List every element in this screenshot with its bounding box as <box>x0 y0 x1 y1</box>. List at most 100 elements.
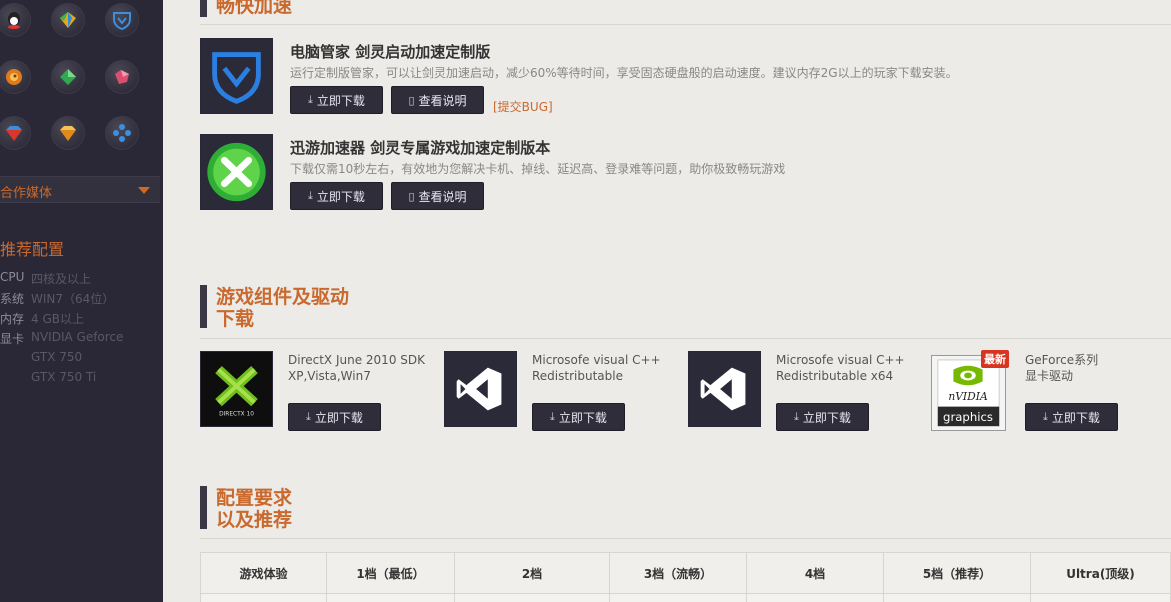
download-label: 立即下载 <box>314 410 363 425</box>
download-icon: ⤓ <box>306 410 311 423</box>
spec-value: 4 GB以上 <box>31 312 84 326</box>
driver-section-title-line2: 下载 <box>216 308 255 330</box>
download-label: 立即下载 <box>558 410 607 425</box>
vcpp-thumb <box>444 351 517 427</box>
view-info-label: 查看说明 <box>418 93 467 108</box>
download-button[interactable]: ⤓ 立即下载 <box>1025 403 1118 431</box>
download-button[interactable]: ⤓ 立即下载 <box>290 86 383 114</box>
driver-name: Microsofe visual C++ <box>776 353 905 367</box>
table-cell <box>883 593 1031 602</box>
table-header-row: 游戏体验 1档（最低） 2档 3档（流畅） 4档 5档（推荐） Ultra(顶级… <box>200 552 1171 594</box>
download-icon: ⤓ <box>308 93 313 106</box>
download-icon: ⤓ <box>794 410 799 423</box>
config-section-title-line2: 以及推荐 <box>216 509 293 531</box>
column-header: 2档 <box>454 552 610 594</box>
app-title: 迅游加速器 剑灵专属游戏加速定制版本 <box>290 139 551 157</box>
sidebar: 合作媒体 推荐配置 CPU 四核及以上 系统 WIN7（64位） 内存 4 GB… <box>0 0 163 602</box>
driver-name-sub: Redistributable x64 <box>776 369 894 383</box>
new-badge: 最新 <box>981 350 1009 368</box>
column-header: 游戏体验 <box>200 552 327 594</box>
driver-section-title-line1: 游戏组件及驱动 <box>216 286 350 308</box>
vcpp-x64-thumb <box>688 351 761 427</box>
download-button[interactable]: ⤓ 立即下载 <box>288 403 381 431</box>
view-info-button[interactable]: ▯ 查看说明 <box>391 86 484 114</box>
table-cell <box>454 593 610 602</box>
download-button[interactable]: ⤓ 立即下载 <box>776 403 869 431</box>
download-button[interactable]: ⤓ 立即下载 <box>532 403 625 431</box>
main-content: 畅快加速 电脑管家 剑灵启动加速定制版 运行定制版管家，可以让剑灵加速启动，减少… <box>163 0 1171 602</box>
directx-logo-icon: DIRECTX 10 <box>201 352 272 426</box>
section-marker <box>200 285 207 328</box>
tencent-shield-icon <box>201 39 272 113</box>
driver-name-sub: Redistributable <box>532 369 623 383</box>
book-icon: ▯ <box>408 93 415 107</box>
download-icon: ⤓ <box>308 189 313 202</box>
spec-value: WIN7（64位） <box>31 292 115 306</box>
multicolor-diamond-icon[interactable] <box>51 3 85 37</box>
visual-studio-icon <box>445 352 516 426</box>
section-divider <box>200 538 1171 539</box>
download-icon: ⤓ <box>1043 410 1048 423</box>
table-cell <box>200 593 327 602</box>
column-header: Ultra(顶级) <box>1030 552 1171 594</box>
download-label: 立即下载 <box>802 410 851 425</box>
tencent-pc-manager-thumb <box>200 38 273 114</box>
nvidia-brand-text: nVIDIA <box>948 390 988 403</box>
xunyou-accelerator-thumb <box>200 134 273 210</box>
app-description: 运行定制版管家，可以让剑灵加速启动，减少60%等待时间，享受固态硬盘般的启动速度… <box>290 66 958 80</box>
app-description: 下载仅需10秒左右，有效地为您解决卡机、掉线、延迟高、登录难等问题，助你极致畅玩… <box>290 162 786 176</box>
driver-name-sub: XP,Vista,Win7 <box>288 369 371 383</box>
book-icon: ▯ <box>408 189 415 203</box>
table-cell <box>1030 593 1171 602</box>
spec-value: GTX 750 <box>31 350 83 364</box>
download-label: 立即下载 <box>316 189 365 204</box>
green-gem-icon[interactable] <box>51 60 85 94</box>
pink-gem-icon[interactable] <box>105 60 139 94</box>
tencent-guard-icon[interactable] <box>105 3 139 37</box>
table-cell <box>609 593 747 602</box>
driver-name: Microsofe visual C++ <box>532 353 661 367</box>
spec-value: NVIDIA Geforce <box>31 330 124 344</box>
download-icon: ⤓ <box>550 410 555 423</box>
accel-section-title: 畅快加速 <box>216 0 293 17</box>
section-marker <box>200 486 207 529</box>
blue-dots-icon[interactable] <box>105 116 139 150</box>
view-info-button[interactable]: ▯ 查看说明 <box>391 182 484 210</box>
spec-key: 系统 <box>0 292 25 306</box>
recommend-config-title: 推荐配置 <box>0 240 65 259</box>
spec-key: 内存 <box>0 312 25 326</box>
driver-name: DirectX June 2010 SDK <box>288 353 425 367</box>
qq-icon[interactable] <box>0 3 31 37</box>
driver-name: GeForce系列 <box>1025 353 1099 367</box>
spec-value: 四核及以上 <box>31 272 92 286</box>
spec-key: CPU <box>0 270 25 284</box>
config-section-title-line1: 配置要求 <box>216 487 293 509</box>
partner-media-label: 合作媒体 <box>0 186 53 201</box>
column-header: 4档 <box>746 552 884 594</box>
swirl-game-icon[interactable] <box>0 60 31 94</box>
table-cell <box>326 593 455 602</box>
view-info-label: 查看说明 <box>418 189 467 204</box>
red-blue-gem-icon[interactable] <box>0 116 31 150</box>
column-header: 1档（最低） <box>326 552 455 594</box>
config-table: 游戏体验 1档（最低） 2档 3档（流畅） 4档 5档（推荐） Ultra(顶级… <box>200 552 1171 602</box>
section-divider <box>200 338 1171 339</box>
table-row <box>200 593 1171 602</box>
app-title: 电脑管家 剑灵启动加速定制版 <box>290 43 491 61</box>
spec-value: GTX 750 Ti <box>31 370 97 384</box>
submit-bug-link[interactable]: [提交BUG] <box>493 98 553 115</box>
partner-media-dropdown[interactable]: 合作媒体 <box>0 176 160 203</box>
visual-studio-icon <box>689 352 760 426</box>
chevron-down-icon <box>138 187 150 194</box>
xunyou-logo-icon <box>201 135 272 209</box>
column-header: 3档（流畅） <box>609 552 747 594</box>
nvidia-graphics-text: graphics <box>943 410 993 424</box>
download-button[interactable]: ⤓ 立即下载 <box>290 182 383 210</box>
table-cell <box>746 593 884 602</box>
partner-icon-grid <box>0 0 163 160</box>
driver-name-sub: 显卡驱动 <box>1025 369 1074 383</box>
directx-caption: DIRECTX 10 <box>219 411 254 417</box>
orange-gem-icon[interactable] <box>51 116 85 150</box>
section-divider <box>200 24 1171 25</box>
directx-thumb: DIRECTX 10 <box>200 351 273 427</box>
